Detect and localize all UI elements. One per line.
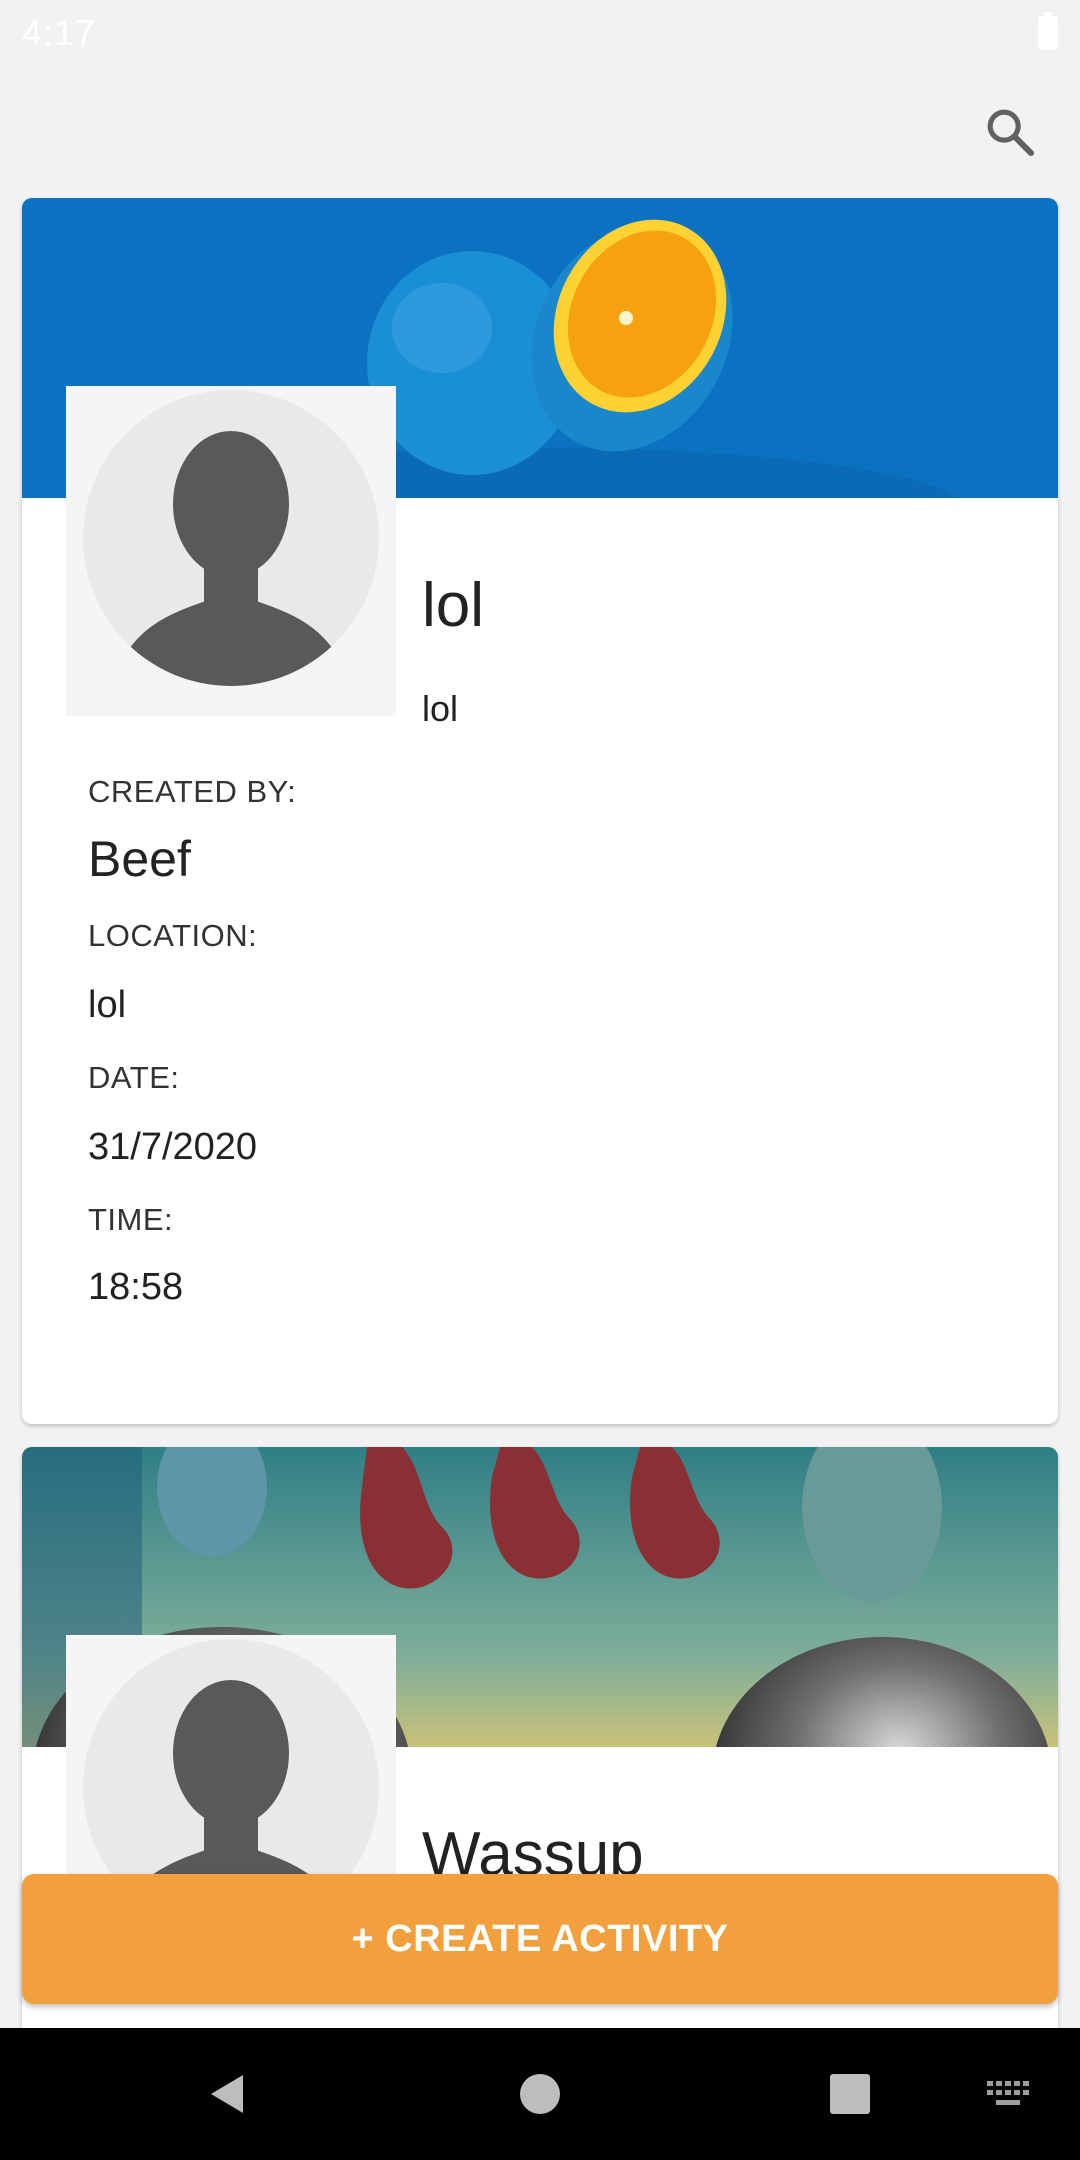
toolbar <box>0 66 1080 196</box>
create-activity-button[interactable]: + CREATE ACTIVITY <box>22 1874 1058 2004</box>
time-label: TIME: <box>88 1202 174 1237</box>
system-nav-bar <box>0 2028 1080 2160</box>
date-value: 31/7/2020 <box>88 1126 258 1168</box>
status-bar: 4:17 <box>0 0 1080 66</box>
home-button[interactable] <box>510 2064 570 2124</box>
keyboard-icon <box>987 2081 1029 2105</box>
recents-button[interactable] <box>820 2064 880 2124</box>
recents-square-icon <box>830 2074 870 2114</box>
activity-description: lol <box>422 688 459 729</box>
search-icon <box>987 109 1035 157</box>
back-triangle-icon <box>211 2075 243 2113</box>
location-label: LOCATION: <box>88 918 258 953</box>
status-time: 4:17 <box>22 12 97 53</box>
keyboard-button[interactable] <box>978 2064 1038 2124</box>
time-value: 18:58 <box>88 1266 184 1308</box>
created-by-value: Beef <box>88 831 191 887</box>
created-by-label: CREATED BY: <box>88 774 297 809</box>
search-button[interactable] <box>974 96 1046 168</box>
back-button[interactable] <box>196 2064 256 2124</box>
activity-card[interactable]: lol lol CREATED BY: Beef LOCATION: lol D… <box>22 198 1058 1424</box>
battery-icon <box>1038 12 1058 50</box>
avatar <box>66 386 396 716</box>
date-label: DATE: <box>88 1060 180 1095</box>
activity-title: lol <box>422 571 485 640</box>
person-placeholder-icon <box>83 390 379 686</box>
location-value: lol <box>88 984 127 1026</box>
home-circle-icon <box>520 2074 560 2114</box>
